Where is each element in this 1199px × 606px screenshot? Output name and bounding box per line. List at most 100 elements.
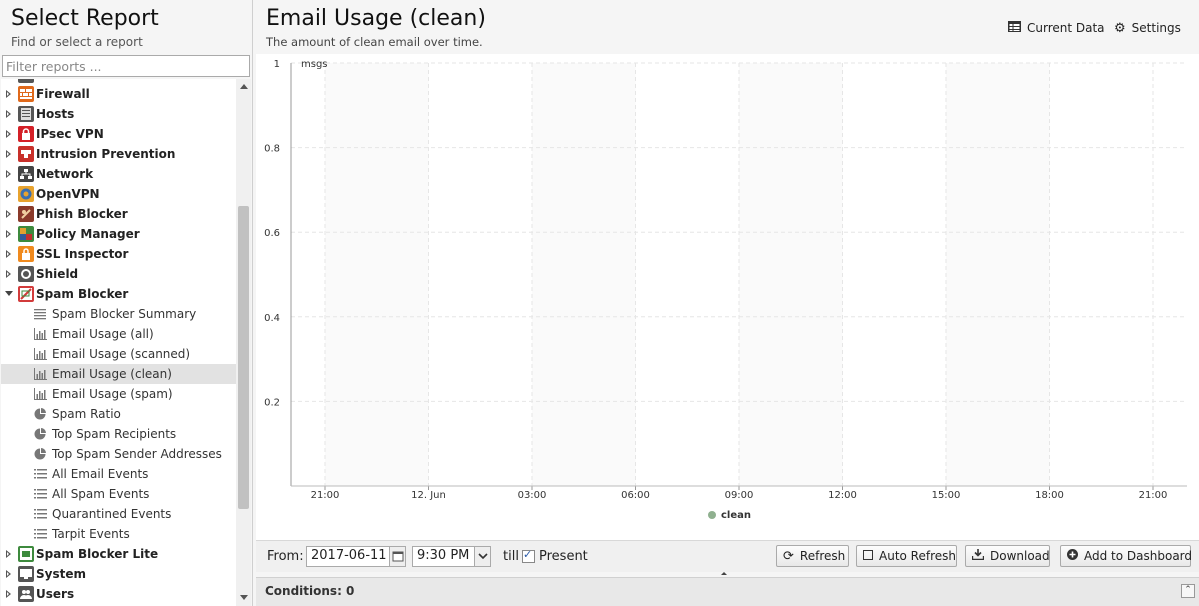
report-header: Email Usage (clean) The amount of clean … [256, 0, 1199, 54]
expanded-arrow-icon[interactable] [5, 291, 13, 296]
refresh-button[interactable]: ⟳ Refresh [776, 545, 849, 567]
current-data-label: Current Data [1027, 21, 1105, 35]
collapsed-arrow-icon[interactable] [6, 130, 11, 138]
tree-scrollbar[interactable] [236, 79, 251, 606]
legend-label-clean: clean [721, 510, 751, 521]
tree-report-email-usage-clean[interactable]: Email Usage (clean) [1, 364, 236, 384]
collapse-arrow-icon[interactable] [721, 572, 727, 575]
tree-report-email-usage-spam[interactable]: Email Usage (spam) [1, 384, 236, 404]
collapsed-arrow-icon[interactable] [6, 150, 11, 158]
tree-report-label: Spam Blocker Summary [52, 307, 197, 321]
tree-app-intrusion-prevention[interactable]: Intrusion Prevention [1, 144, 236, 164]
tree-app-hosts[interactable]: Hosts [1, 104, 236, 124]
tree-report-label: Top Spam Sender Addresses [52, 447, 222, 461]
tree-report-spam-ratio[interactable]: Spam Ratio [1, 404, 236, 424]
settings-button[interactable]: ⚙ Settings [1114, 19, 1181, 37]
filter-reports-input[interactable] [2, 55, 250, 77]
tree-report-top-spam-recipients[interactable]: Top Spam Recipients [1, 424, 236, 444]
tree-report-quarantined-events[interactable]: Quarantined Events [1, 504, 236, 524]
tree-report-label: Email Usage (scanned) [52, 347, 191, 361]
collapsed-arrow-icon[interactable] [6, 210, 11, 218]
y-tick-label: 0.2 [264, 397, 280, 408]
tree-app-label: Spam Blocker [36, 287, 129, 301]
tree-report-tarpit-events[interactable]: Tarpit Events [1, 524, 236, 544]
refresh-icon: ⟳ [783, 548, 794, 564]
tree-app-spam-blocker[interactable]: Spam Blocker [1, 284, 236, 304]
collapsed-arrow-icon[interactable] [6, 250, 11, 258]
unchecked-box-icon [863, 549, 873, 563]
tree-app-label: OpenVPN [36, 187, 100, 201]
collapsed-arrow-icon[interactable] [6, 570, 11, 578]
y-tick-label: 1 [274, 59, 280, 70]
text-summary-icon [34, 308, 47, 320]
tree-app-label: System [36, 567, 86, 581]
from-time-select[interactable]: 9:30 PM [412, 546, 491, 567]
collapsed-arrow-icon[interactable] [6, 170, 11, 178]
x-tick-label: 21:00 [1139, 490, 1168, 501]
collapsed-arrow-icon[interactable] [6, 550, 11, 558]
expand-double-chevron-icon[interactable]: ⌃ [1181, 584, 1195, 598]
collapsed-arrow-icon[interactable] [6, 230, 11, 238]
chart-band [325, 63, 429, 486]
collapsed-arrow-icon[interactable] [6, 190, 11, 198]
tree-report-email-usage-all[interactable]: Email Usage (all) [1, 324, 236, 344]
tree-app-users[interactable]: Users [1, 584, 236, 604]
download-button[interactable]: Download [965, 545, 1050, 567]
calendar-icon[interactable] [389, 547, 405, 566]
tree-report-email-usage-scanned[interactable]: Email Usage (scanned) [1, 344, 236, 364]
tree-app-label: Intrusion Prevention [36, 147, 176, 161]
tree-app-label: IPsec VPN [36, 127, 104, 141]
settings-label: Settings [1131, 21, 1181, 35]
list-icon [34, 508, 47, 520]
table-icon [1008, 21, 1021, 35]
tree-app-label: Policy Manager [36, 227, 140, 241]
tree-report-spam-blocker-summary[interactable]: Spam Blocker Summary [1, 304, 236, 324]
y-tick-label: 0.6 [264, 228, 280, 239]
tree-app-label: SSL Inspector [36, 247, 129, 261]
intrusion-prevention-icon [18, 146, 34, 162]
collapsed-arrow-icon[interactable] [6, 270, 11, 278]
chart-band [946, 63, 1050, 486]
till-label: till [503, 549, 519, 564]
collapsed-arrow-icon[interactable] [6, 110, 11, 118]
tree-app-ipsec-vpn[interactable]: IPsec VPN [1, 124, 236, 144]
tree-report-label: Spam Ratio [52, 407, 121, 421]
tree-app-phish-blocker[interactable]: Phish Blocker [1, 204, 236, 224]
tree-app-shield[interactable]: Shield [1, 264, 236, 284]
spam-blocker-icon [18, 286, 34, 302]
download-label: Download [990, 549, 1050, 563]
add-to-dashboard-label: Add to Dashboard [1084, 549, 1193, 563]
tree-app-label: Network [36, 167, 94, 181]
chart-svg: 0.2 0.4 0.6 0.8 1 21:00 12. Jun 03:00 06:00 09:00… [264, 59, 1187, 521]
bar-chart-icon [34, 388, 47, 400]
scroll-up-arrow-icon[interactable] [240, 84, 248, 89]
gear-icon: ⚙ [1114, 20, 1126, 36]
conditions-panel[interactable]: Conditions: 0 ⌃ [256, 577, 1199, 606]
auto-refresh-button[interactable]: Auto Refresh [856, 545, 957, 567]
tree-app-ssl-inspector[interactable]: SSL Inspector [1, 244, 236, 264]
network-icon [18, 166, 34, 182]
current-data-button[interactable]: Current Data [1008, 19, 1105, 37]
collapsed-arrow-icon[interactable] [6, 590, 11, 598]
tree-app-openvpn[interactable]: OpenVPN [1, 184, 236, 204]
tree-app-system[interactable]: System [1, 564, 236, 584]
present-checkbox[interactable] [522, 548, 535, 563]
tree-app-spam-blocker-lite[interactable]: Spam Blocker Lite [1, 544, 236, 564]
add-to-dashboard-button[interactable]: Add to Dashboard [1060, 545, 1193, 567]
from-date-field[interactable]: 2017-06-11 [306, 546, 406, 567]
scroll-down-arrow-icon[interactable] [240, 595, 248, 600]
tree-report-all-spam-events[interactable]: All Spam Events [1, 484, 236, 504]
tree-app-network[interactable]: Network [1, 164, 236, 184]
tree-app-firewall[interactable]: Firewall [1, 84, 236, 104]
collapsed-arrow-icon[interactable] [6, 90, 11, 98]
y-tick-label: 0.8 [264, 144, 280, 155]
x-tick-label: 21:00 [311, 490, 340, 501]
scrollbar-thumb[interactable] [238, 206, 249, 509]
report-main-panel: Email Usage (clean) The amount of clean … [256, 0, 1199, 606]
tree-app-policy-manager[interactable]: Policy Manager [1, 224, 236, 244]
list-icon [34, 488, 47, 500]
x-tick-label: 09:00 [725, 490, 754, 501]
tree-report-all-email-events[interactable]: All Email Events [1, 464, 236, 484]
tree-report-top-spam-sender-addresses[interactable]: Top Spam Sender Addresses [1, 444, 236, 464]
chevron-down-icon[interactable] [474, 547, 490, 566]
